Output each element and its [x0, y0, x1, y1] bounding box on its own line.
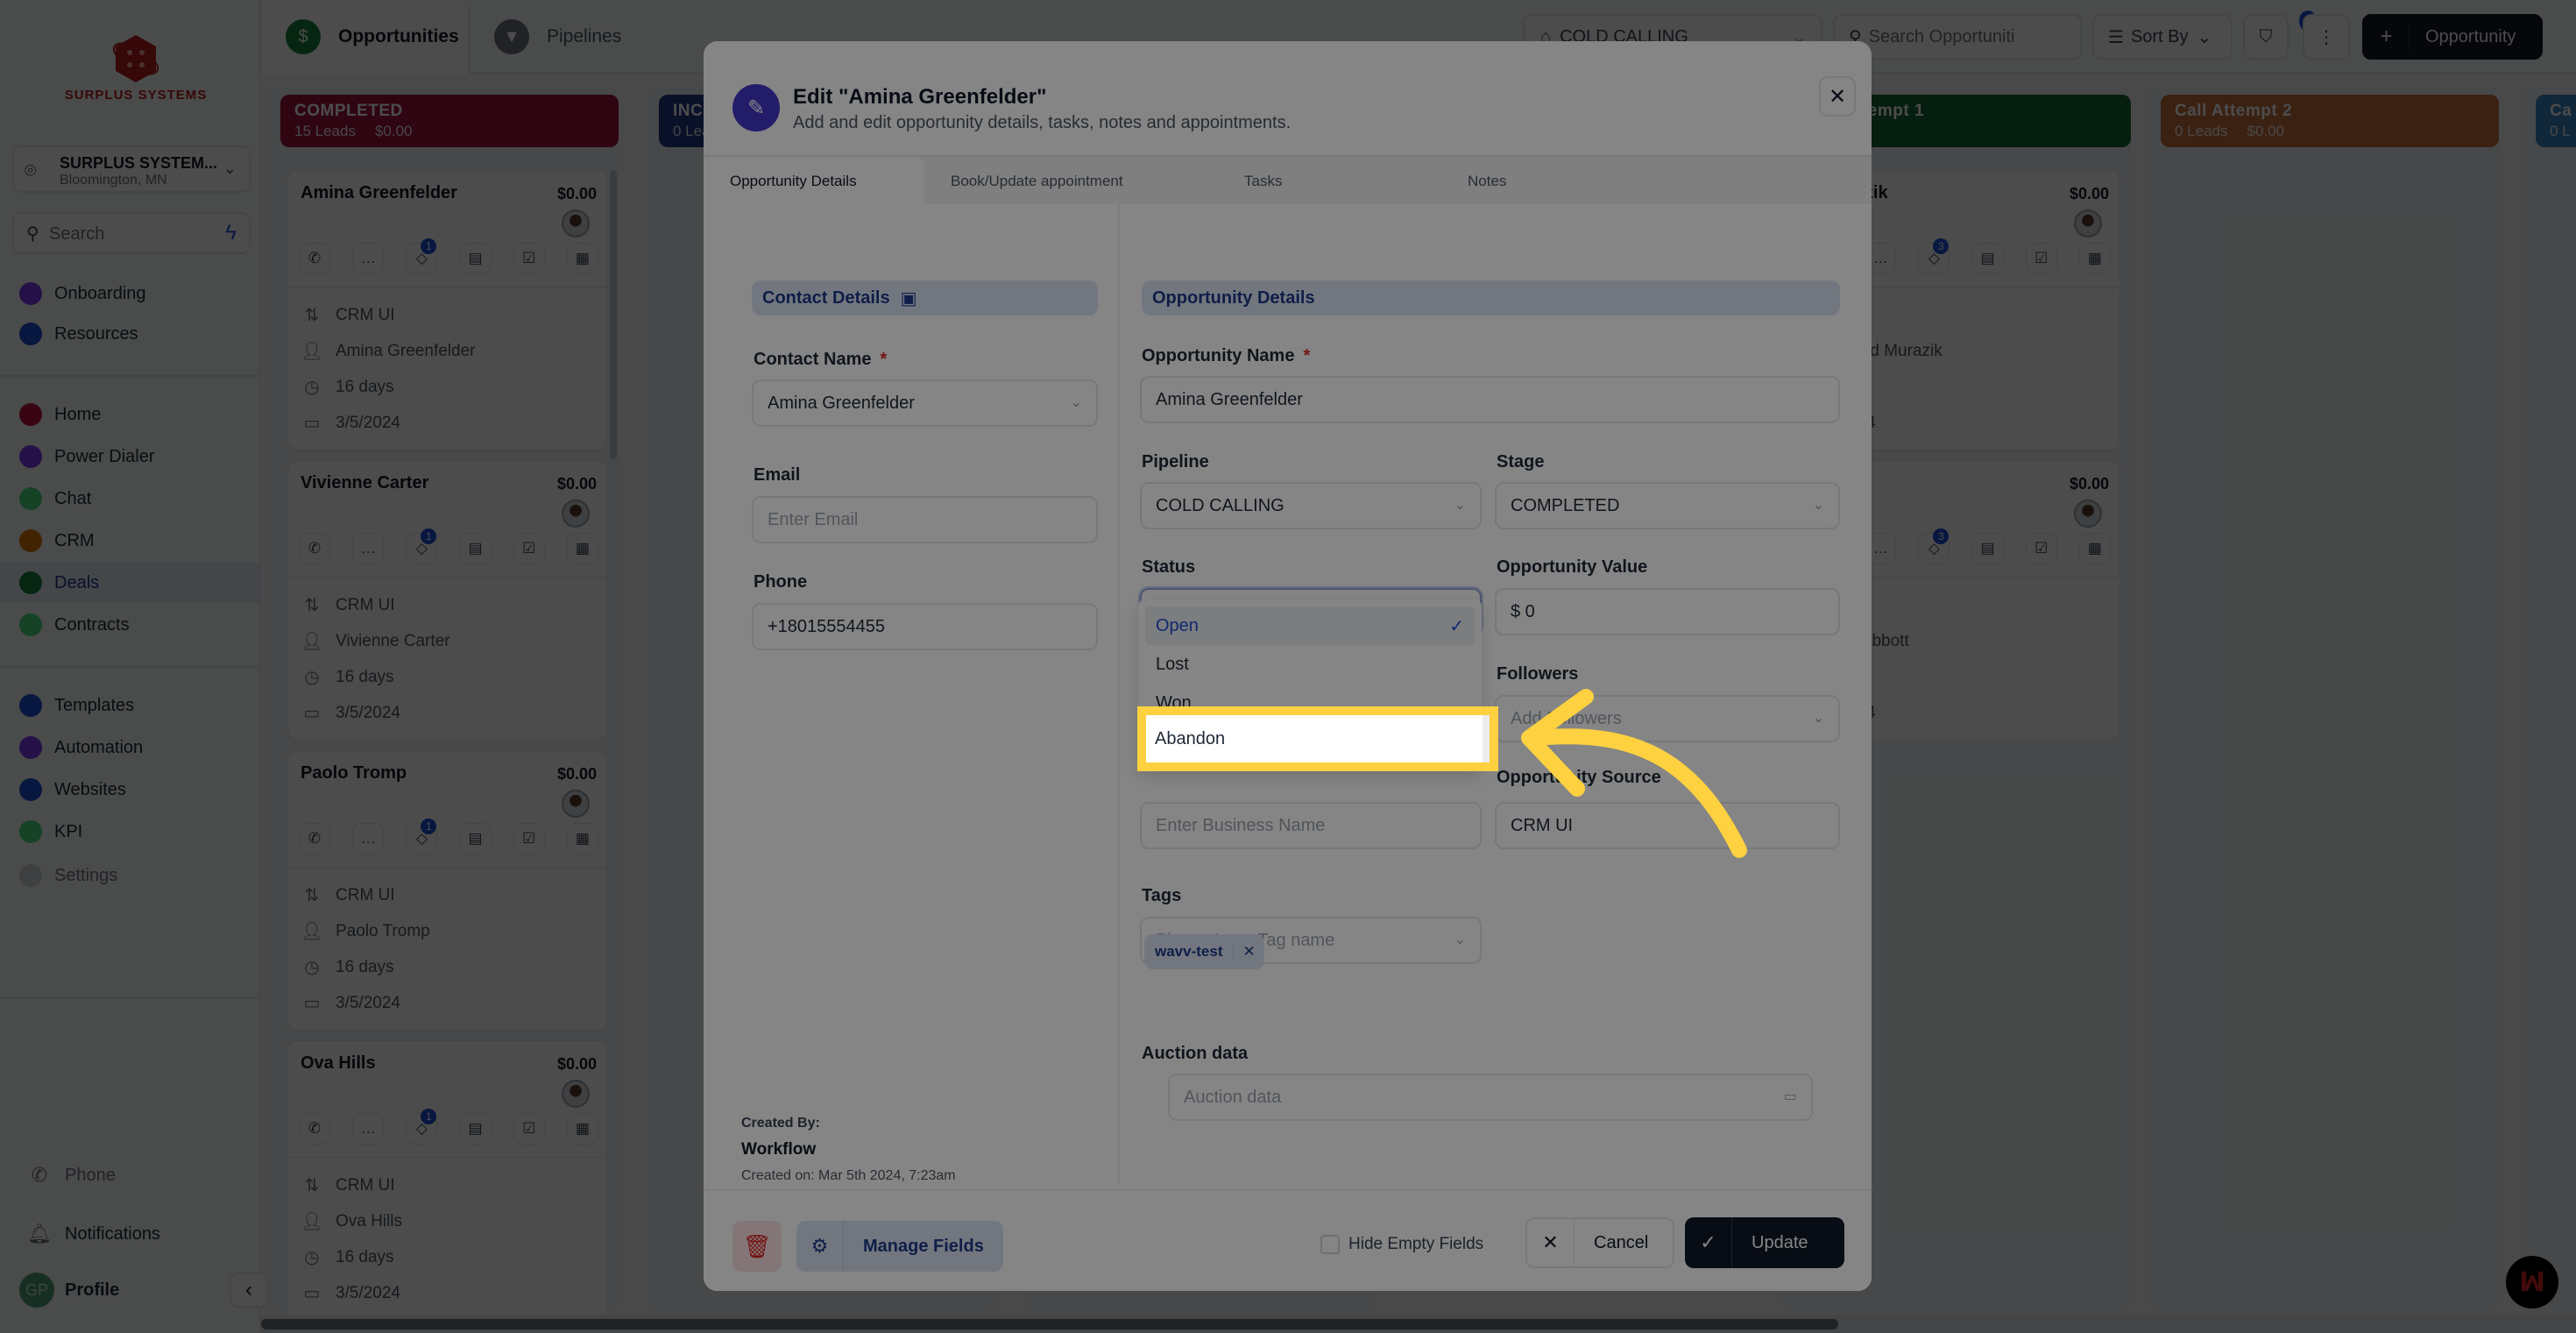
modal-dim-overlay	[704, 41, 1872, 1291]
option-label: Abandon	[1155, 728, 1226, 748]
status-option-abandon[interactable]: Abandon	[1137, 706, 1498, 771]
dropdown-scrollbar	[1483, 715, 1490, 762]
